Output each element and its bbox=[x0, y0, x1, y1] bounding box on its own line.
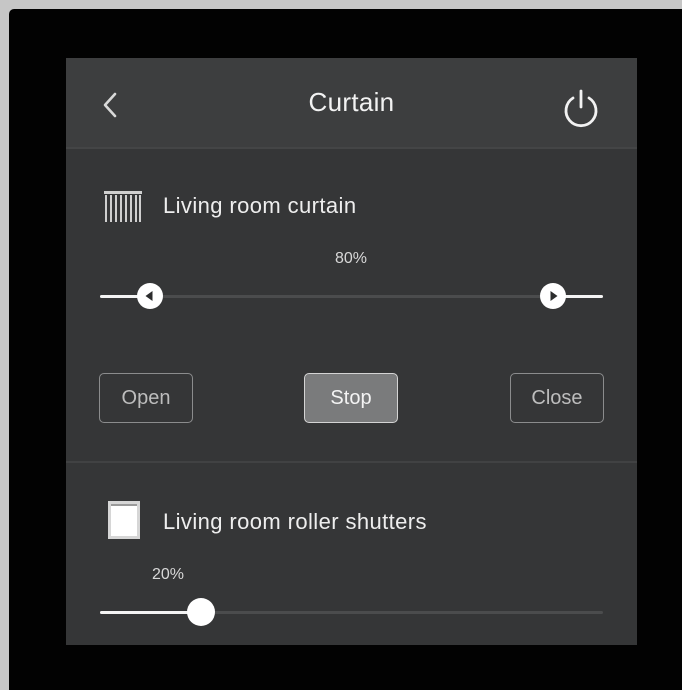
page-title: Curtain bbox=[308, 87, 395, 117]
open-button[interactable]: Open bbox=[99, 373, 193, 423]
shutters-percent-label: 20% bbox=[152, 566, 185, 583]
curtain-percent-label: 80% bbox=[334, 250, 368, 267]
header-divider bbox=[66, 147, 637, 149]
curtain-right-handle[interactable] bbox=[539, 283, 566, 309]
roller-shutter-icon bbox=[107, 500, 141, 545]
close-button[interactable]: Close bbox=[510, 373, 604, 423]
curtain-icon bbox=[103, 190, 143, 229]
shutters-slider-fill bbox=[100, 611, 201, 614]
caret-right-icon bbox=[550, 291, 558, 301]
section-divider bbox=[66, 461, 637, 463]
power-icon bbox=[564, 89, 598, 128]
control-panel-screen: Curtain Living room curtain 80% Open Sto… bbox=[66, 58, 637, 645]
header-bar: Curtain bbox=[66, 58, 637, 147]
shutters-handle[interactable] bbox=[186, 598, 215, 626]
shutters-name: Living room roller shutters bbox=[163, 509, 427, 534]
power-button[interactable] bbox=[558, 85, 604, 131]
curtain-left-handle[interactable] bbox=[137, 283, 164, 309]
stop-button[interactable]: Stop bbox=[304, 373, 398, 423]
curtain-slider-track bbox=[100, 295, 603, 298]
curtain-name: Living room curtain bbox=[163, 193, 357, 218]
caret-left-icon bbox=[145, 291, 153, 301]
